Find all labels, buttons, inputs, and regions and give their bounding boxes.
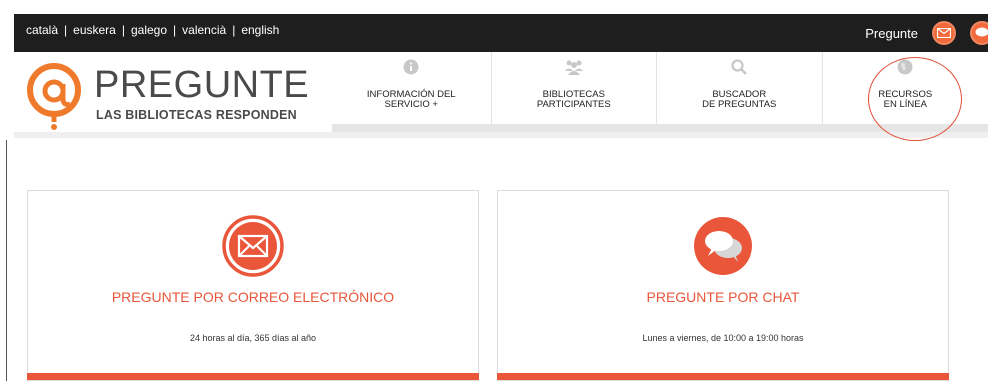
lang-galego[interactable]: galego — [131, 23, 167, 37]
email-card-title: PREGUNTE POR CORREO ELECTRÓNICO — [111, 289, 395, 305]
chat-icon — [975, 27, 988, 37]
nav-label: BIBLIOTECAS PARTICIPANTES — [536, 89, 611, 110]
nav-label: INFORMACIÓN DEL SERVICIO + — [366, 89, 456, 110]
logo-title: PREGUNTE — [94, 64, 310, 106]
people-icon — [564, 60, 583, 75]
chat-icon — [694, 217, 752, 275]
lang-english[interactable]: english — [241, 23, 279, 37]
separator: | — [121, 23, 125, 37]
nav-label: BUSCADOR DE PREGUNTAS — [702, 89, 777, 110]
separator: | — [232, 23, 236, 37]
site-header: PREGUNTE LAS BIBLIOTECAS RESPONDEN INFOR… — [14, 52, 988, 134]
envelope-icon — [222, 215, 284, 277]
separator: | — [173, 23, 177, 37]
pregunte-link[interactable]: Pregunte — [865, 26, 918, 41]
chat-card-subtitle: Lunes a viernes, de 10:00 a 19:00 horas — [642, 333, 804, 343]
nav-item-buscador[interactable]: BUSCADOR DE PREGUNTAS — [657, 52, 823, 124]
search-icon — [731, 59, 748, 75]
header-divider — [14, 132, 988, 138]
envelope-icon — [937, 28, 951, 38]
top-bar: català | euskera | galego | valencià | e… — [14, 14, 988, 52]
chat-card-title: PREGUNTE POR CHAT — [646, 289, 800, 305]
lang-catala[interactable]: català — [26, 23, 58, 37]
site-logo[interactable]: PREGUNTE LAS BIBLIOTECAS RESPONDEN — [24, 60, 314, 130]
highlight-annotation — [868, 57, 962, 141]
logo-subtitle: LAS BIBLIOTECAS RESPONDEN — [96, 108, 297, 122]
at-sign-logo-icon — [27, 63, 81, 130]
left-edge-line — [6, 140, 7, 381]
email-card[interactable]: PREGUNTE POR CORREO ELECTRÓNICO 24 horas… — [27, 190, 479, 381]
card-accent-bar — [27, 373, 479, 380]
chat-card[interactable]: PREGUNTE POR CHAT Lunes a viernes, de 10… — [497, 190, 949, 381]
info-icon — [403, 59, 419, 75]
email-card-subtitle: 24 horas al día, 365 días al año — [189, 333, 317, 343]
lang-valencia[interactable]: valencià — [182, 23, 226, 37]
language-selector: català | euskera | galego | valencià | e… — [26, 23, 279, 37]
top-right-actions: Pregunte — [865, 14, 988, 52]
separator: | — [64, 23, 68, 37]
chat-button[interactable] — [970, 21, 988, 45]
nav-item-informacion[interactable]: INFORMACIÓN DEL SERVICIO + — [332, 52, 492, 124]
lang-euskera[interactable]: euskera — [73, 23, 116, 37]
nav-item-bibliotecas[interactable]: BIBLIOTECAS PARTICIPANTES — [492, 52, 658, 124]
email-button[interactable] — [932, 21, 956, 45]
card-accent-bar — [497, 373, 949, 380]
